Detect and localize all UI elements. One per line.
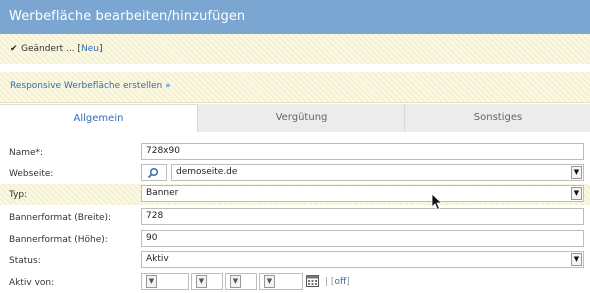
aktiv-von-time-select[interactable]: - ▼ bbox=[259, 273, 303, 290]
search-icon bbox=[147, 167, 159, 179]
form-row-hoehe: Bannerformat (Höhe): 90 bbox=[0, 229, 590, 250]
name-label: Name*: bbox=[9, 148, 44, 158]
form-row-aktiv-von: Aktiv von: - ▼ - ▼ - ▼ - ▼ | [off] bbox=[0, 272, 590, 293]
separator: | bbox=[325, 277, 329, 287]
typ-label: Typ: bbox=[9, 190, 28, 200]
search-button[interactable] bbox=[141, 164, 167, 181]
aktiv-von-year-select[interactable]: - ▼ bbox=[225, 273, 257, 290]
notice-prefix: Geändert ... [ bbox=[21, 44, 82, 54]
form-row-name: Name*: 728x90 bbox=[0, 142, 590, 163]
typ-value: Banner bbox=[146, 188, 179, 198]
aktiv-von-day-select[interactable]: - ▼ bbox=[141, 273, 189, 290]
chevron-down-icon: ▼ bbox=[146, 275, 157, 288]
chevron-down-icon: ▼ bbox=[264, 275, 275, 288]
chevron-down-icon: ▼ bbox=[196, 275, 207, 288]
window-title: Werbefläche bearbeiten/hinzufügen bbox=[9, 9, 246, 24]
status-select[interactable]: Aktiv ▼ bbox=[141, 251, 584, 268]
window-titlebar: Werbefläche bearbeiten/hinzufügen bbox=[0, 0, 590, 34]
status-label: Status: bbox=[9, 256, 41, 266]
notice-suffix: ] bbox=[99, 44, 103, 54]
form-row-status: Status: Aktiv ▼ bbox=[0, 250, 590, 271]
calendar-icon[interactable] bbox=[306, 274, 319, 287]
breite-label: Bannerformat (Breite): bbox=[9, 213, 112, 223]
webseite-value: demoseite.de bbox=[176, 167, 238, 177]
breite-input[interactable]: 728 bbox=[141, 208, 584, 225]
spacer bbox=[0, 64, 590, 72]
tab-verguetung[interactable]: Vergütung bbox=[197, 104, 405, 132]
form-row-typ: Typ: Banner ▼ bbox=[0, 184, 590, 205]
status-notice: ✔ Geändert ... [Neu] bbox=[0, 34, 590, 65]
off-link[interactable]: off bbox=[334, 277, 346, 287]
form-row-webseite: Webseite: demoseite.de ▼ bbox=[0, 163, 590, 184]
name-input[interactable]: 728x90 bbox=[141, 143, 584, 160]
tab-sonstiges[interactable]: Sonstiges bbox=[404, 104, 590, 132]
hoehe-input[interactable]: 90 bbox=[141, 230, 584, 247]
chevron-down-icon: ▼ bbox=[571, 166, 582, 179]
webseite-select[interactable]: demoseite.de ▼ bbox=[171, 164, 584, 181]
new-link[interactable]: Neu bbox=[81, 44, 99, 54]
chevron-down-icon: ▼ bbox=[230, 275, 241, 288]
aktiv-von-month-select[interactable]: - ▼ bbox=[191, 273, 223, 290]
responsive-bar: Responsive Werbefläche erstellen » bbox=[0, 72, 590, 103]
status-value: Aktiv bbox=[146, 254, 169, 264]
aktiv-von-label: Aktiv von: bbox=[9, 278, 55, 288]
hoehe-label: Bannerformat (Höhe): bbox=[9, 235, 108, 245]
responsive-ad-link[interactable]: Responsive Werbefläche erstellen » bbox=[10, 81, 171, 91]
typ-select[interactable]: Banner ▼ bbox=[141, 185, 584, 202]
tab-bar: Allgemein Vergütung Sonstiges bbox=[0, 104, 590, 133]
webseite-label: Webseite: bbox=[9, 169, 54, 179]
off-suffix: ] bbox=[346, 277, 350, 287]
chevron-down-icon: ▼ bbox=[571, 187, 582, 200]
mouse-cursor-icon bbox=[431, 193, 443, 211]
chevron-down-icon: ▼ bbox=[571, 253, 582, 266]
notice-text: Geändert ... [Neu] bbox=[21, 44, 103, 54]
aktiv-von-toggle: | [off] bbox=[325, 277, 350, 287]
tab-allgemein[interactable]: Allgemein bbox=[0, 104, 197, 133]
form-row-breite: Bannerformat (Breite): 728 bbox=[0, 207, 590, 228]
checkmark-icon: ✔ bbox=[10, 44, 18, 54]
